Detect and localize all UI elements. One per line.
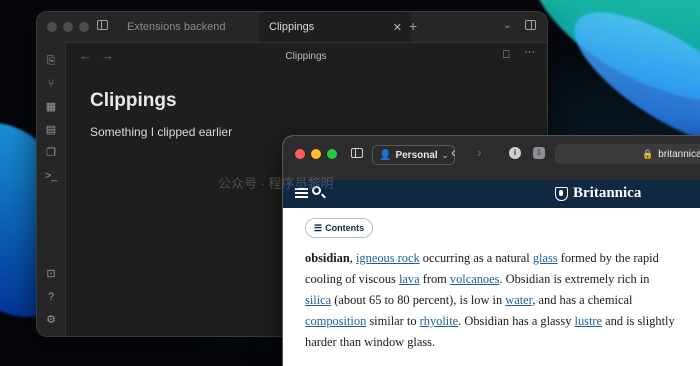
- chevron-down-icon: ⌄: [441, 150, 449, 160]
- close-window-button[interactable]: [47, 22, 57, 32]
- profile-selector-button[interactable]: 👤 Personal ⌄: [372, 145, 456, 165]
- article-text: . Obsidian is extremely rich in: [499, 272, 650, 286]
- britannica-logo[interactable]: Britannica: [555, 185, 641, 202]
- tab-label: Clippings: [269, 21, 315, 33]
- vault-switcher-icon[interactable]: ⊡: [44, 267, 58, 281]
- article-link[interactable]: volcanoes: [450, 272, 500, 286]
- note-body[interactable]: Something I clipped earlier: [90, 125, 232, 139]
- help-icon[interactable]: ?: [44, 290, 58, 304]
- list-icon: ☰: [314, 222, 323, 233]
- more-options-icon[interactable]: ···: [524, 46, 535, 58]
- extension-icon[interactable]: ⇩: [533, 147, 545, 159]
- britannica-header: Britannica: [283, 180, 700, 208]
- privacy-report-icon[interactable]: i: [509, 147, 521, 159]
- article-link[interactable]: silica: [305, 293, 331, 307]
- contents-label: Contents: [325, 223, 365, 233]
- article-link[interactable]: glass: [533, 251, 558, 265]
- article-text: (about 65 to 80 percent), is low in: [331, 293, 506, 307]
- article-link[interactable]: igneous rock: [356, 251, 420, 265]
- tab-extensions-backend[interactable]: Extensions backend: [117, 12, 257, 42]
- profile-label: Personal: [395, 149, 438, 161]
- tab-label: Extensions backend: [127, 21, 226, 33]
- contents-button[interactable]: ☰ Contents: [305, 218, 374, 238]
- article-term: obsidian: [305, 251, 350, 265]
- tab-clippings[interactable]: Clippings ✕: [259, 12, 411, 42]
- close-window-button[interactable]: [295, 149, 305, 159]
- calendar-icon[interactable]: ▤: [44, 123, 58, 137]
- safari-window: 👤 Personal ⌄ ‹ › i ⇩ 🔒 britannica Britan…: [283, 136, 700, 366]
- article-link[interactable]: lustre: [575, 314, 603, 328]
- url-text: britannica: [658, 148, 700, 160]
- lock-icon: 🔒: [642, 148, 654, 159]
- article-paragraph: obsidian, igneous rock occurring as a na…: [305, 248, 675, 353]
- site-logo-text: Britannica: [573, 185, 642, 201]
- article-text: . Obsidian has a glassy: [458, 314, 575, 328]
- close-tab-icon[interactable]: ✕: [393, 21, 402, 34]
- article-link[interactable]: lava: [399, 272, 420, 286]
- tab-list-icon[interactable]: ⌄: [503, 20, 511, 31]
- zoom-window-button[interactable]: [79, 22, 89, 32]
- minimize-window-button[interactable]: [63, 22, 73, 32]
- new-note-icon[interactable]: ⎘: [44, 54, 58, 68]
- sidebar-toggle-icon[interactable]: [97, 20, 108, 30]
- article-text: similar to: [366, 314, 420, 328]
- sidebar-toggle-icon[interactable]: [351, 148, 363, 158]
- reading-view-icon[interactable]: ⎕: [503, 49, 510, 62]
- forward-arrow-icon[interactable]: ›: [477, 144, 482, 160]
- graph-view-icon[interactable]: ⑂: [44, 77, 58, 91]
- article-text: occurring as a natural: [419, 251, 533, 265]
- obsidian-view-header: ← → Clippings ⎕ ···: [65, 42, 547, 70]
- person-icon: 👤: [379, 149, 392, 161]
- obsidian-ribbon: ⎘ ⑂ ▦ ▤ ❐ >_ ⊡ ? ⚙: [37, 42, 66, 336]
- zoom-window-button[interactable]: [327, 149, 337, 159]
- note-title: Clippings: [90, 90, 177, 111]
- watermark: 公众号 · 程序员黎明: [218, 176, 334, 191]
- article-link[interactable]: water: [505, 293, 532, 307]
- article-link[interactable]: rhyolite: [420, 314, 459, 328]
- article-text: , and has a chemical: [532, 293, 633, 307]
- minimize-window-button[interactable]: [311, 149, 321, 159]
- new-tab-icon[interactable]: +: [409, 18, 417, 34]
- safari-toolbar: 👤 Personal ⌄ ‹ › i ⇩ 🔒 britannica: [283, 136, 700, 181]
- address-bar[interactable]: 🔒 britannica: [555, 144, 700, 164]
- back-arrow-icon[interactable]: ‹: [451, 144, 456, 160]
- canvas-icon[interactable]: ▦: [44, 100, 58, 114]
- settings-gear-icon[interactable]: ⚙: [44, 313, 58, 327]
- article-link[interactable]: composition: [305, 314, 366, 328]
- obsidian-titlebar: Extensions backend Clippings ✕ + ⌄: [37, 12, 547, 43]
- article-text: from: [419, 272, 450, 286]
- thistle-logo-icon: [555, 186, 568, 201]
- right-sidebar-toggle-icon[interactable]: [525, 20, 536, 30]
- command-palette-icon[interactable]: >_: [44, 169, 58, 183]
- templates-icon[interactable]: ❐: [44, 146, 58, 160]
- view-header-title: Clippings: [285, 51, 327, 62]
